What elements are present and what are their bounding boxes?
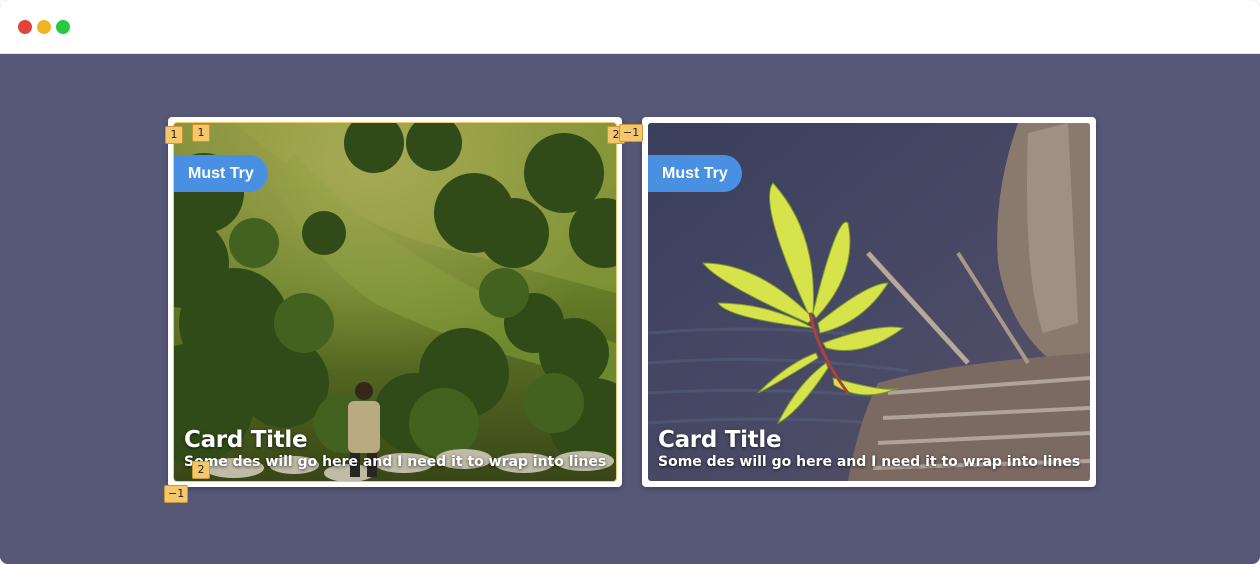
must-try-badge: Must Try xyxy=(174,155,268,192)
card-description: Some des will go here and I need it to w… xyxy=(658,454,1081,470)
close-window-button[interactable] xyxy=(18,20,32,34)
grid-marker: 1 xyxy=(165,126,183,144)
card-2-image: Must Try Card Title Some des will go her… xyxy=(648,123,1090,481)
card-1[interactable]: Must Try Card Title Some des will go her… xyxy=(168,117,622,487)
card-description: Some des will go here and I need it to w… xyxy=(184,454,607,470)
card-1-image: Must Try Card Title Some des will go her… xyxy=(173,122,617,482)
minimize-window-button[interactable] xyxy=(37,20,51,34)
maximize-window-button[interactable] xyxy=(56,20,70,34)
card-2[interactable]: Must Try Card Title Some des will go her… xyxy=(642,117,1096,487)
window-titlebar xyxy=(0,0,1260,54)
card-title: Card Title xyxy=(184,427,308,453)
card-1-caption: Card Title Some des will go here and I n… xyxy=(184,427,608,471)
browser-window: Must Try Card Title Some des will go her… xyxy=(0,0,1260,564)
must-try-badge: Must Try xyxy=(648,155,742,192)
card-title: Card Title xyxy=(658,427,782,453)
grid-marker: 2 xyxy=(192,461,210,479)
grid-marker: −1 xyxy=(619,124,644,142)
grid-marker: 1 xyxy=(192,124,210,142)
grid-marker: −1 xyxy=(164,485,189,503)
card-2-caption: Card Title Some des will go here and I n… xyxy=(658,427,1082,471)
